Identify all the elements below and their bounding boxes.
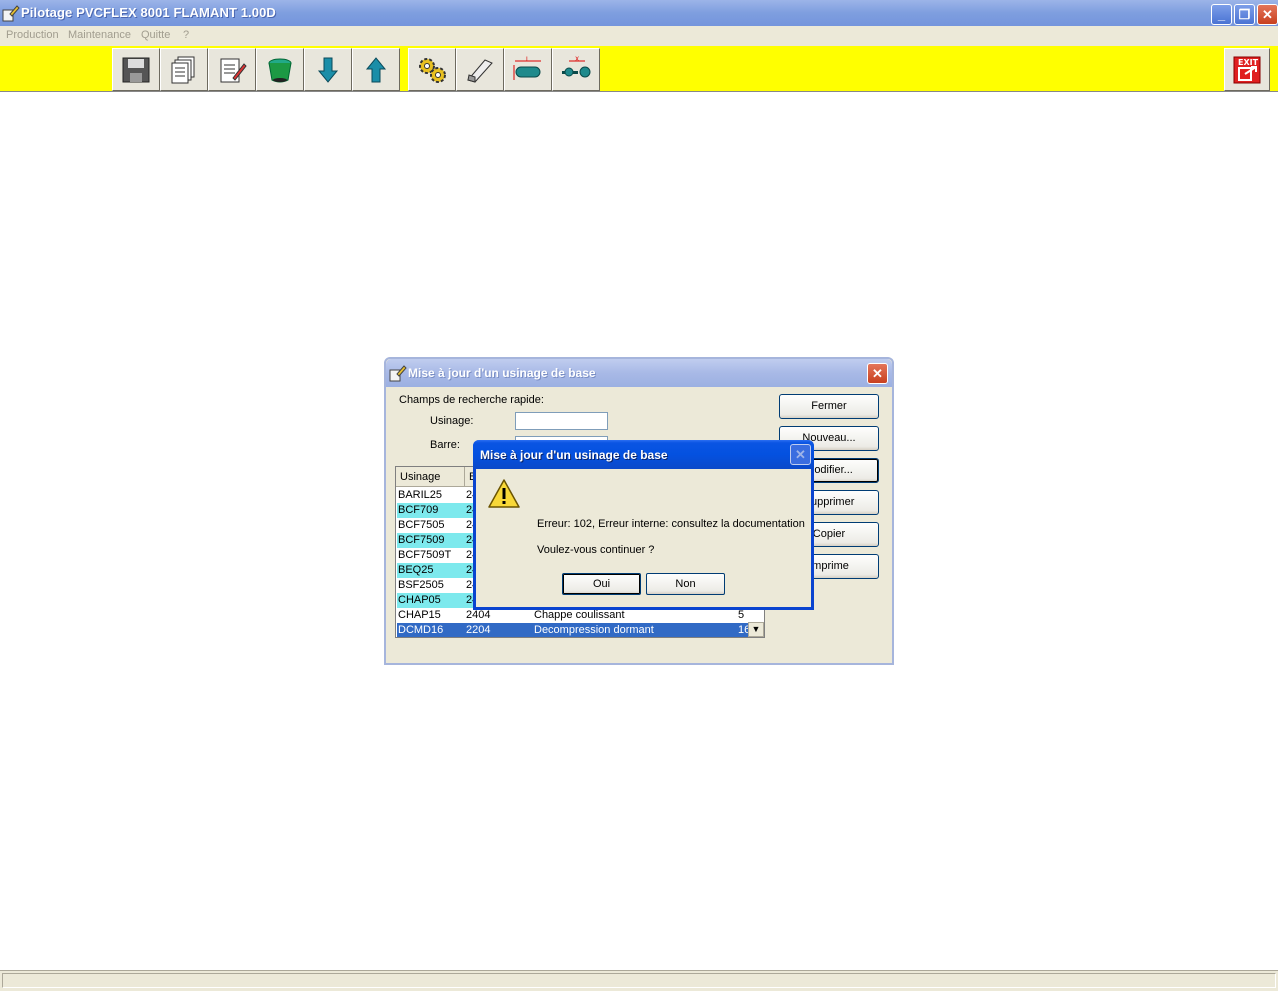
length-measure-button[interactable]: L	[504, 48, 552, 91]
cell-usinage: BSF2505	[398, 579, 444, 591]
restore-button[interactable]: ❐	[1234, 4, 1255, 25]
cell-description: Decompression dormant	[534, 624, 654, 636]
cell-description: Chappe coulissant	[534, 609, 625, 621]
usinage-dialog-titlebar: Mise à jour d'un usinage de base ✕	[386, 359, 892, 387]
menu-help[interactable]: ?	[183, 29, 189, 41]
length-measure-icon: L	[513, 56, 541, 80]
usinage-dialog-close-button[interactable]: ✕	[867, 363, 888, 384]
save-icon	[122, 57, 150, 82]
arrow-up-button[interactable]	[352, 48, 400, 91]
cell-barre: 2204	[466, 624, 491, 636]
grid-scroll-down-button[interactable]: ▼	[748, 622, 764, 637]
exit-icon: EXIT	[1233, 56, 1261, 83]
cell-usinage: DCMD16	[398, 624, 444, 636]
gap-measure-button[interactable]: X	[552, 48, 600, 91]
cell-usinage: BCF709	[398, 504, 439, 516]
minimize-button[interactable]: _	[1211, 4, 1232, 25]
cell-quantity: 5	[738, 609, 745, 621]
app-titlebar: Pilotage PVCFLEX 8001 FLAMANT 1.00D _ ❐ …	[0, 0, 1278, 26]
arrow-down-icon	[317, 57, 339, 83]
exit-button[interactable]: EXIT	[1224, 48, 1270, 91]
menu-quitte[interactable]: Quitte	[141, 29, 170, 41]
error-question: Voulez-vous continuer ?	[537, 544, 655, 556]
gap-measure-icon: X	[562, 56, 591, 77]
app-title: Pilotage PVCFLEX 8001 FLAMANT 1.00D	[21, 5, 276, 20]
fermer-button[interactable]: Fermer	[779, 394, 879, 419]
cell-usinage: BCF7509T	[398, 549, 452, 561]
pages-button[interactable]	[160, 48, 208, 91]
barre-label: Barre:	[430, 439, 460, 451]
svg-text:L: L	[526, 56, 530, 63]
error-message: Erreur: 102, Erreur interne: consultez l…	[537, 518, 805, 530]
table-row[interactable]: DCMD16 2204 Decompression dormant 16	[397, 623, 750, 637]
save-button[interactable]	[112, 48, 160, 91]
menu-production[interactable]: Production	[6, 29, 59, 41]
table-row[interactable]: CHAP15 2404 Chappe coulissant 5	[397, 608, 749, 623]
close-app-button[interactable]: ✕	[1257, 4, 1278, 25]
edit-form-icon	[220, 58, 247, 82]
gears-button[interactable]	[408, 48, 456, 91]
pencil-icon	[389, 365, 407, 382]
cell-usinage: BEQ25	[398, 564, 434, 576]
edit-form-button[interactable]	[208, 48, 256, 91]
arrow-down-button[interactable]	[304, 48, 352, 91]
app-pencil-icon	[2, 5, 20, 22]
no-button[interactable]: Non	[646, 573, 725, 595]
usinage-label: Usinage:	[430, 415, 474, 427]
usinage-search-input[interactable]	[515, 412, 608, 430]
column-header-usinage[interactable]: Usinage	[396, 467, 465, 487]
usinage-dialog-title: Mise à jour d'un usinage de base	[408, 366, 596, 380]
error-dialog-close-button[interactable]: ✕	[790, 444, 811, 465]
error-dialog-titlebar: Mise à jour d'un usinage de base ✕	[473, 440, 814, 469]
arrow-up-icon	[365, 56, 387, 82]
error-dialog: Mise à jour d'un usinage de base ✕ Erreu…	[473, 440, 814, 610]
gears-icon	[419, 57, 446, 83]
toolbar: L X EXIT	[0, 46, 1278, 92]
menu-maintenance[interactable]: Maintenance	[68, 29, 131, 41]
yes-button[interactable]: Oui	[562, 573, 641, 595]
statusbar	[0, 970, 1278, 991]
cell-usinage: BCF7509	[398, 534, 445, 546]
status-panel	[2, 973, 1276, 988]
svg-text:X: X	[575, 56, 579, 63]
search-label: Champs de recherche rapide:	[399, 394, 544, 406]
profile-bar-button[interactable]	[456, 48, 504, 91]
cell-usinage: CHAP15	[398, 609, 441, 621]
warning-icon	[488, 479, 520, 508]
cell-usinage: BCF7505	[398, 519, 445, 531]
cell-usinage: CHAP05	[398, 594, 441, 606]
bucket-icon	[268, 58, 292, 82]
menubar: Production Maintenance Quitte ?	[0, 26, 1278, 46]
pages-icon	[171, 56, 195, 83]
cell-usinage: BARIL25	[398, 489, 443, 501]
profile-bar-icon	[467, 58, 493, 83]
svg-text:EXIT: EXIT	[1238, 58, 1259, 67]
error-dialog-title: Mise à jour d'un usinage de base	[480, 448, 668, 462]
bucket-button[interactable]	[256, 48, 304, 91]
cell-barre: 2404	[466, 609, 491, 621]
